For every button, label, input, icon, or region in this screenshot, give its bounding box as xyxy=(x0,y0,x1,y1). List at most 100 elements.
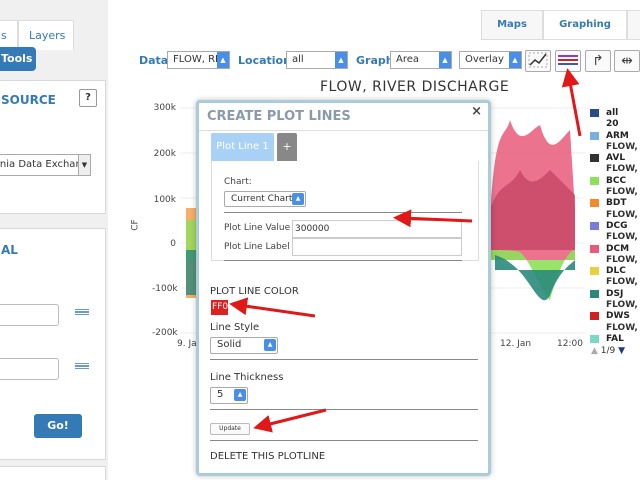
chevron-down-icon: ▲ xyxy=(439,52,451,68)
legend-swatch xyxy=(590,199,599,208)
tab-layers[interactable]: Layers xyxy=(18,20,74,50)
go-button[interactable]: Go! xyxy=(34,414,82,438)
divider xyxy=(224,212,462,213)
chart-legend: all 20 ARM FLOW, F AVL FLOW, F BCC FLOW,… xyxy=(588,108,640,345)
tab-graphing[interactable]: Graphing xyxy=(543,10,627,40)
chevron-down-icon: ▲ xyxy=(264,339,276,351)
legend-swatch xyxy=(590,221,599,230)
create-plot-lines-dialog: CREATE PLOT LINES × Plot Line 1 + Chart:… xyxy=(196,100,491,476)
legend-swatch xyxy=(590,131,599,140)
help-button[interactable]: ? xyxy=(79,89,97,107)
bottom-card xyxy=(0,466,106,480)
legend-swatch xyxy=(590,244,599,253)
legend-page-count: 1/9 xyxy=(600,346,616,356)
legend-item[interactable]: FLOW, F xyxy=(588,255,640,266)
plot-line-value-input[interactable]: 300000 xyxy=(292,220,462,238)
tab-more[interactable] xyxy=(627,10,640,40)
plot-lines-icon-svg xyxy=(558,55,578,65)
plot-line-color-heading: PLOT LINE COLOR xyxy=(210,286,299,297)
chevron-down-icon: ▲ xyxy=(292,193,304,205)
legend-item[interactable]: FLOW, F xyxy=(588,187,640,198)
share-arrow-icon[interactable]: ↱ xyxy=(585,50,611,72)
legend-swatch xyxy=(590,176,599,185)
legend-item[interactable]: 20 xyxy=(588,119,640,130)
legend-item[interactable]: DCM xyxy=(588,244,640,255)
divider xyxy=(199,130,488,131)
graph-select[interactable]: Area ▲ xyxy=(390,51,452,69)
y-tick: 200k xyxy=(153,149,176,159)
line-style-select[interactable]: Solid ▲ xyxy=(210,337,278,354)
legend-item[interactable]: FLOW, F xyxy=(588,277,640,288)
tab-maps[interactable]: Maps xyxy=(481,10,543,40)
legend-item[interactable]: DWS xyxy=(588,311,640,322)
legend-swatch xyxy=(590,334,599,343)
legend-swatch xyxy=(590,154,599,163)
start-date-input[interactable] xyxy=(0,304,59,326)
divider xyxy=(210,409,478,410)
x-tick: 12. Jan xyxy=(500,339,532,349)
color-picker[interactable]: FF0 xyxy=(211,300,228,315)
tab-plot-line-1[interactable]: Plot Line 1 xyxy=(211,133,274,161)
legend-item[interactable]: FLOW, F xyxy=(588,232,640,243)
tab-partial[interactable]: s xyxy=(0,20,18,50)
plot-line-label-input[interactable] xyxy=(292,238,462,256)
line-thickness-label: Line Thickness xyxy=(210,372,284,383)
chart-select[interactable]: Current Chart ▲ xyxy=(224,191,306,207)
location-select[interactable]: all ▲ xyxy=(286,51,348,69)
legend-item[interactable]: DCG xyxy=(588,221,640,232)
data-select[interactable]: FLOW, RI ▲ xyxy=(167,51,230,69)
source-heading: SOURCE xyxy=(1,93,56,107)
legend-item[interactable]: all xyxy=(588,108,640,119)
plot-lines-icon[interactable] xyxy=(555,50,581,72)
y-tick: 100k xyxy=(153,195,176,205)
calendar-icon[interactable] xyxy=(75,363,89,373)
chart-title: FLOW, RIVER DISCHARGE xyxy=(320,79,510,95)
divider xyxy=(210,440,478,441)
data-label: Data xyxy=(139,54,169,67)
legend-item[interactable]: FLOW, F xyxy=(588,164,640,175)
calendar-icon[interactable] xyxy=(75,309,89,319)
source-card: SOURCE ? rnia Data Exchar ▼ xyxy=(0,80,106,214)
legend-item[interactable]: BDT xyxy=(588,198,640,209)
legend-pager: ▲ 1/9 ▼ xyxy=(591,346,625,356)
close-icon[interactable]: × xyxy=(471,104,482,119)
query-card: AL Go! xyxy=(0,228,106,460)
legend-item[interactable]: DSJ xyxy=(588,289,640,300)
legend-item[interactable]: FLOW, F xyxy=(588,210,640,221)
legend-item[interactable]: DLC xyxy=(588,266,640,277)
delete-plotline-link[interactable]: DELETE THIS PLOTLINE xyxy=(210,451,325,462)
legend-item[interactable]: BCC xyxy=(588,176,640,187)
legend-item[interactable]: AVL xyxy=(588,153,640,164)
legend-item[interactable]: FLOW, F xyxy=(588,142,640,153)
legend-swatch xyxy=(590,289,599,298)
legend-swatch xyxy=(590,109,599,117)
legend-item[interactable]: FLOW, F xyxy=(588,300,640,311)
divider xyxy=(210,359,478,360)
plot-line-value-label: Plot Line Value xyxy=(224,223,291,233)
legend-item[interactable]: ARM xyxy=(588,131,640,142)
tools-button[interactable]: Tools xyxy=(0,47,36,71)
resize-icon[interactable]: ⇹ xyxy=(614,50,640,72)
y-tick: 300k xyxy=(153,103,176,113)
chevron-down-icon: ▲ xyxy=(335,52,347,68)
legend-swatch xyxy=(590,267,599,276)
line-thickness-select[interactable]: 5 ▲ xyxy=(210,387,248,404)
legend-swatch xyxy=(590,312,599,321)
y-tick: -200k xyxy=(152,328,178,338)
chart-label: Chart: xyxy=(224,177,252,187)
end-date-input[interactable] xyxy=(0,358,59,380)
overlay-select[interactable]: Overlay ▲ xyxy=(459,51,522,69)
dialog-title: CREATE PLOT LINES xyxy=(207,109,351,124)
arrow-up-icon[interactable]: ▲ xyxy=(591,346,598,356)
trend-chart-icon-svg xyxy=(528,52,548,68)
trend-chart-icon[interactable] xyxy=(525,50,551,72)
legend-item[interactable]: FLOW, F xyxy=(588,323,640,334)
source-select[interactable]: rnia Data Exchar ▼ xyxy=(0,154,91,176)
x-tick: 12:00 xyxy=(557,339,583,349)
y-axis-label: CF xyxy=(130,219,141,231)
legend-item[interactable]: FAL xyxy=(588,334,640,345)
y-tick: -100k xyxy=(152,284,178,294)
add-tab-button[interactable]: + xyxy=(277,133,297,161)
update-button[interactable]: Update xyxy=(210,423,250,435)
arrow-down-icon[interactable]: ▼ xyxy=(618,346,625,356)
